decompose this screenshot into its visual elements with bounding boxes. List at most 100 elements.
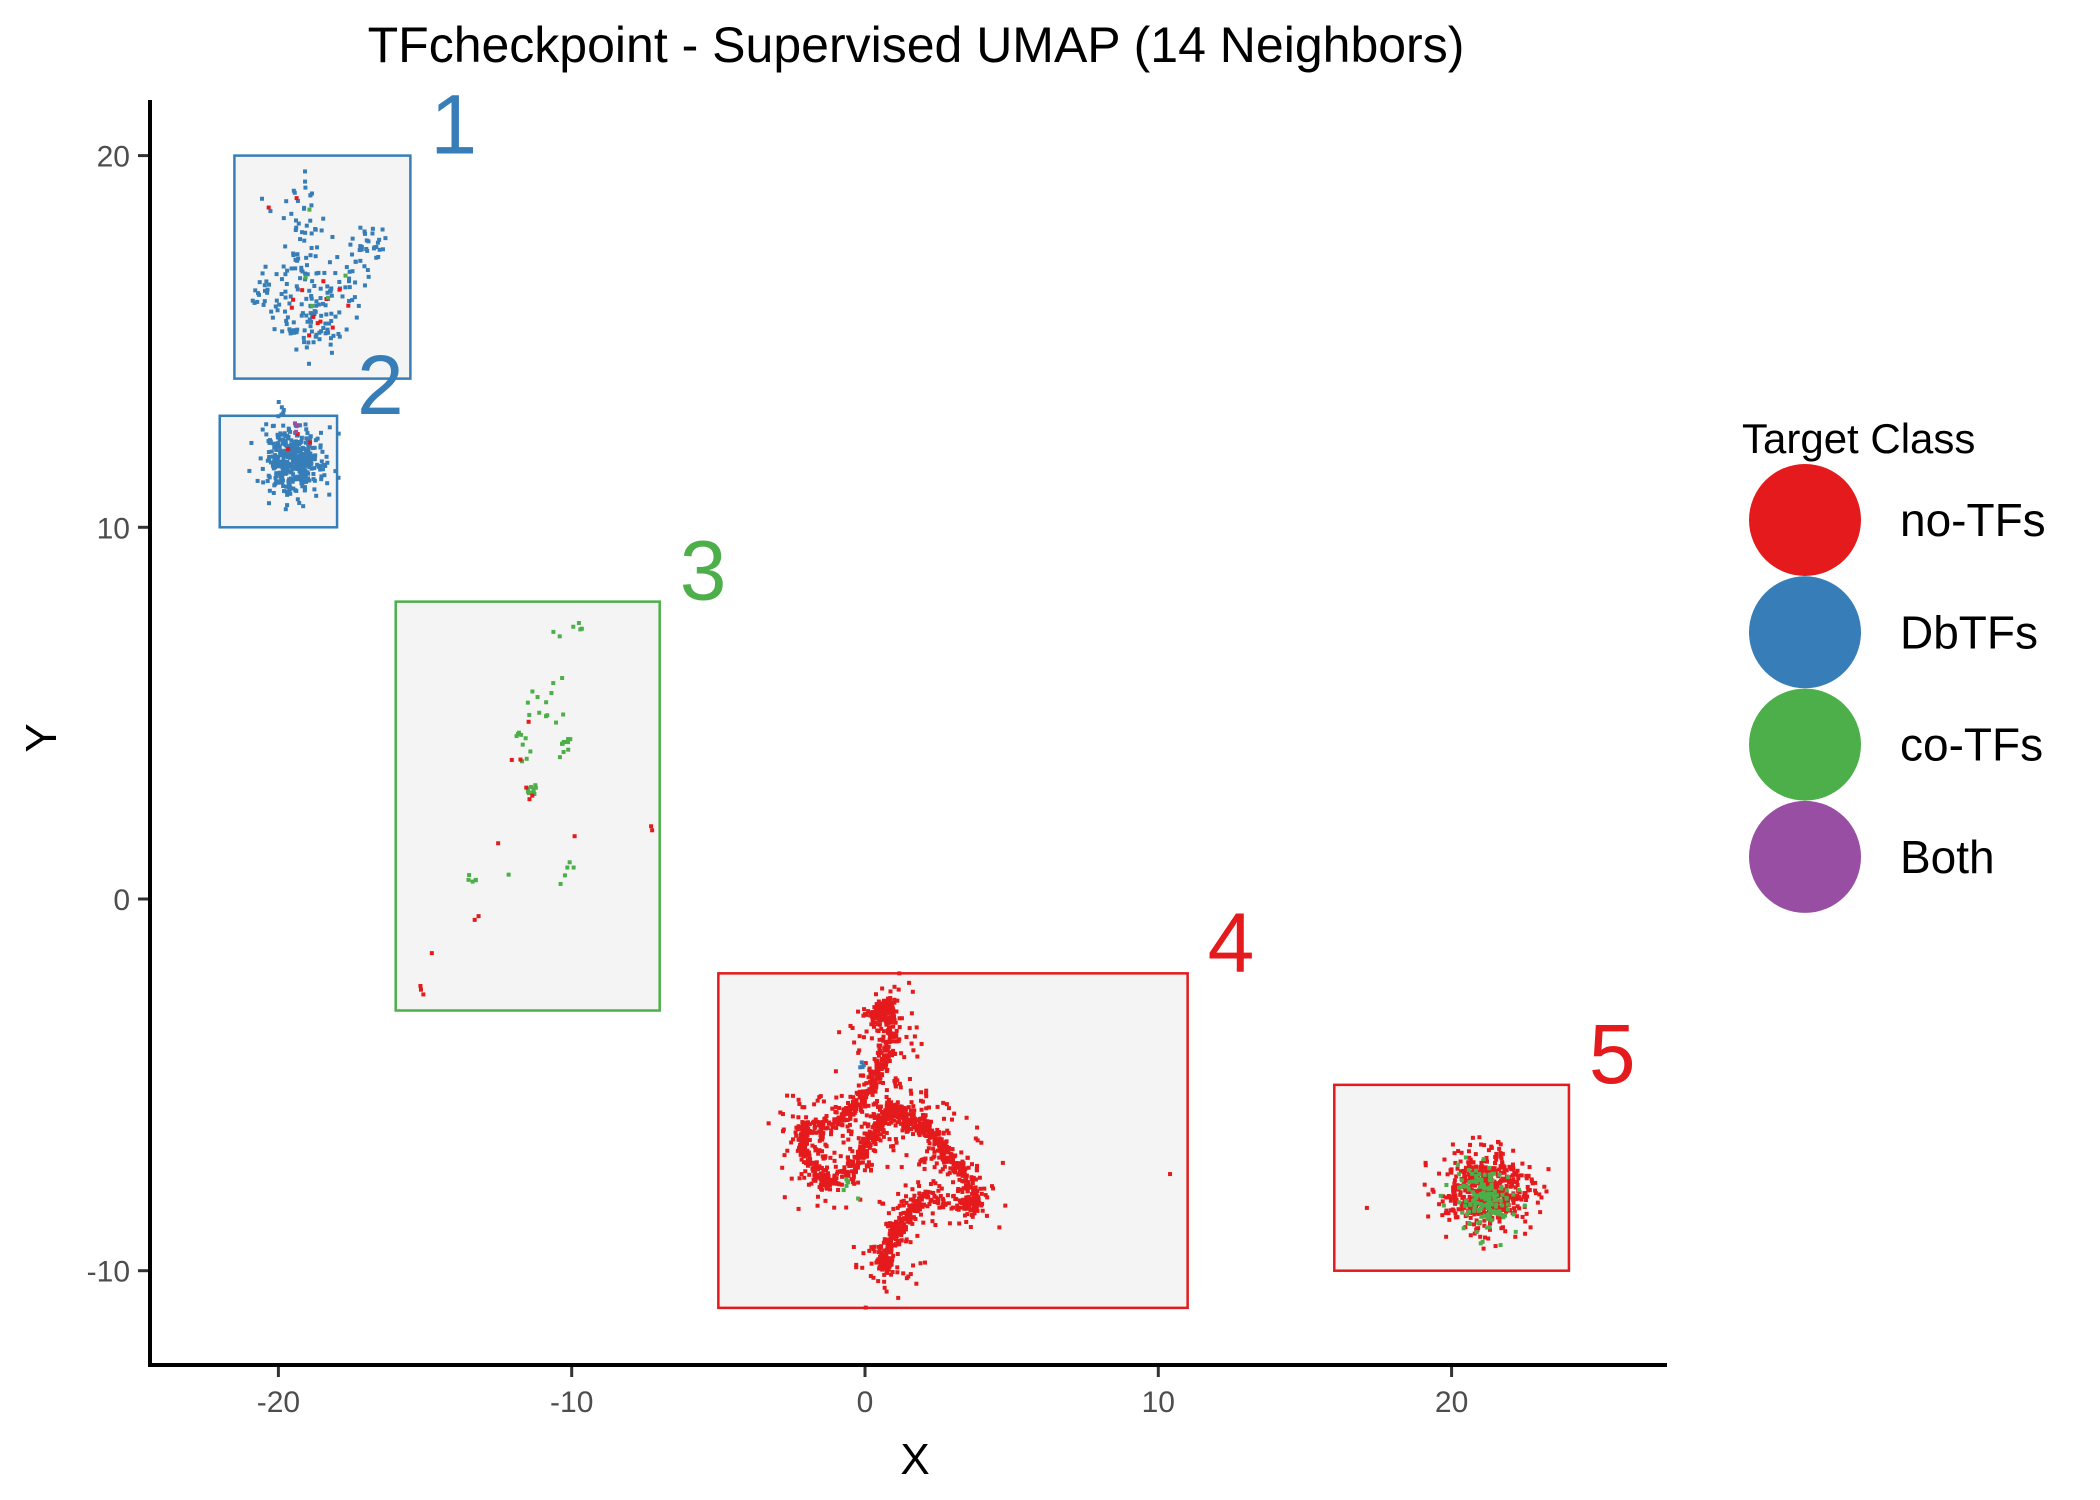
data-point-no-tfs: [858, 1105, 863, 1110]
data-point-no-tfs: [890, 1270, 895, 1275]
data-point-co-tfs: [1476, 1207, 1481, 1212]
data-point-no-tfs: [1450, 1142, 1455, 1147]
data-point-no-tfs: [832, 1117, 837, 1122]
data-point-co-tfs: [1500, 1203, 1505, 1208]
data-point-no-tfs: [524, 785, 529, 790]
data-point-co-tfs: [1461, 1184, 1466, 1189]
data-point-dbtfs: [330, 234, 335, 239]
data-point-dbtfs: [309, 329, 314, 334]
data-point-dbtfs: [327, 492, 332, 497]
data-point-dbtfs: [305, 319, 310, 324]
data-point-co-tfs: [527, 712, 532, 717]
data-point-dbtfs: [321, 216, 326, 221]
data-point-co-tfs: [1494, 1193, 1499, 1198]
data-point-no-tfs: [915, 1054, 920, 1059]
data-point-no-tfs: [889, 1144, 894, 1149]
data-point-no-tfs: [975, 1138, 980, 1143]
data-point-no-tfs: [1426, 1214, 1431, 1219]
data-point-co-tfs: [1466, 1168, 1471, 1173]
data-point-no-tfs: [421, 992, 426, 997]
cluster-region-box-3: [394, 600, 661, 1012]
data-point-co-tfs: [561, 712, 566, 717]
data-point-no-tfs: [785, 1093, 790, 1098]
data-point-no-tfs: [1511, 1197, 1516, 1202]
data-point-dbtfs: [291, 330, 296, 335]
data-point-dbtfs: [297, 500, 302, 505]
data-point-dbtfs: [266, 501, 271, 506]
data-point-no-tfs: [825, 1125, 830, 1130]
data-point-dbtfs: [247, 468, 252, 473]
data-point-no-tfs: [915, 1233, 920, 1238]
data-point-no-tfs: [798, 1126, 803, 1131]
data-point-no-tfs: [959, 1150, 964, 1155]
data-point-no-tfs: [923, 1193, 928, 1198]
data-point-no-tfs: [1509, 1167, 1514, 1172]
data-point-no-tfs: [1497, 1146, 1502, 1151]
data-point-no-tfs: [875, 1099, 880, 1104]
data-point-no-tfs: [889, 1244, 894, 1249]
data-point-co-tfs: [1472, 1197, 1477, 1202]
data-point-no-tfs: [856, 1136, 861, 1141]
data-point-no-tfs: [887, 1010, 892, 1015]
data-point-dbtfs: [303, 422, 308, 427]
data-point-no-tfs: [842, 1165, 847, 1170]
data-point-no-tfs: [911, 1132, 916, 1137]
data-point-dbtfs: [295, 443, 300, 448]
data-point-no-tfs: [893, 1242, 898, 1247]
data-point-dbtfs: [261, 480, 266, 485]
data-point-no-tfs: [797, 1176, 802, 1181]
data-point-no-tfs: [952, 1154, 957, 1159]
data-point-dbtfs: [303, 185, 308, 190]
umap-scatter-chart: TFcheckpoint - Supervised UMAP (14 Neigh…: [17, 17, 2046, 1484]
data-point-no-tfs: [1504, 1184, 1509, 1189]
x-tick-label: -20: [257, 1386, 300, 1419]
data-point-no-tfs: [790, 1114, 795, 1119]
data-point-dbtfs: [291, 253, 296, 258]
data-point-dbtfs: [288, 328, 293, 333]
data-point-no-tfs: [814, 1130, 819, 1135]
data-point-no-tfs: [985, 1195, 990, 1200]
data-point-co-tfs: [524, 756, 529, 761]
data-point-no-tfs: [799, 1172, 804, 1177]
data-point-dbtfs: [303, 179, 308, 184]
data-point-co-tfs: [1463, 1203, 1468, 1208]
data-point-dbtfs: [383, 236, 388, 241]
data-point-no-tfs: [869, 1261, 874, 1266]
data-point-no-tfs: [818, 1183, 823, 1188]
data-point-dbtfs: [323, 463, 328, 468]
data-point-no-tfs: [1472, 1183, 1477, 1188]
data-point-no-tfs: [832, 1150, 837, 1155]
data-point-no-tfs: [841, 1114, 846, 1119]
data-point-no-tfs: [868, 1088, 873, 1093]
data-point-co-tfs: [1438, 1193, 1443, 1198]
data-point-dbtfs: [285, 467, 290, 472]
cluster-region-label-4: 4: [1208, 895, 1255, 989]
data-point-no-tfs: [854, 1155, 859, 1160]
data-point-no-tfs: [876, 1244, 881, 1249]
data-point-no-tfs: [840, 1174, 845, 1179]
data-point-no-tfs: [979, 1140, 984, 1145]
data-point-no-tfs: [940, 1167, 945, 1172]
data-point-no-tfs: [893, 1137, 898, 1142]
data-point-no-tfs: [851, 1178, 856, 1183]
data-point-dbtfs: [370, 226, 375, 231]
data-point-co-tfs: [1498, 1198, 1503, 1203]
data-point-no-tfs: [888, 1231, 893, 1236]
data-point-no-tfs: [885, 1249, 890, 1254]
data-point-no-tfs: [901, 1135, 906, 1140]
data-point-co-tfs: [530, 689, 535, 694]
data-point-no-tfs: [918, 1098, 923, 1103]
data-point-no-tfs: [1503, 1229, 1508, 1234]
data-point-no-tfs: [873, 1009, 878, 1014]
data-point-dbtfs: [321, 325, 326, 330]
data-point-no-tfs: [892, 1118, 897, 1123]
data-point-co-tfs: [1468, 1221, 1473, 1226]
data-point-no-tfs: [858, 1140, 863, 1145]
data-point-no-tfs: [907, 1026, 912, 1031]
data-point-no-tfs: [909, 1011, 914, 1016]
x-tick-label: 0: [857, 1386, 874, 1419]
data-point-co-tfs: [1505, 1207, 1510, 1212]
data-point-dbtfs: [860, 1064, 865, 1069]
data-point-no-tfs: [949, 1206, 954, 1211]
data-point-dbtfs: [316, 270, 321, 275]
